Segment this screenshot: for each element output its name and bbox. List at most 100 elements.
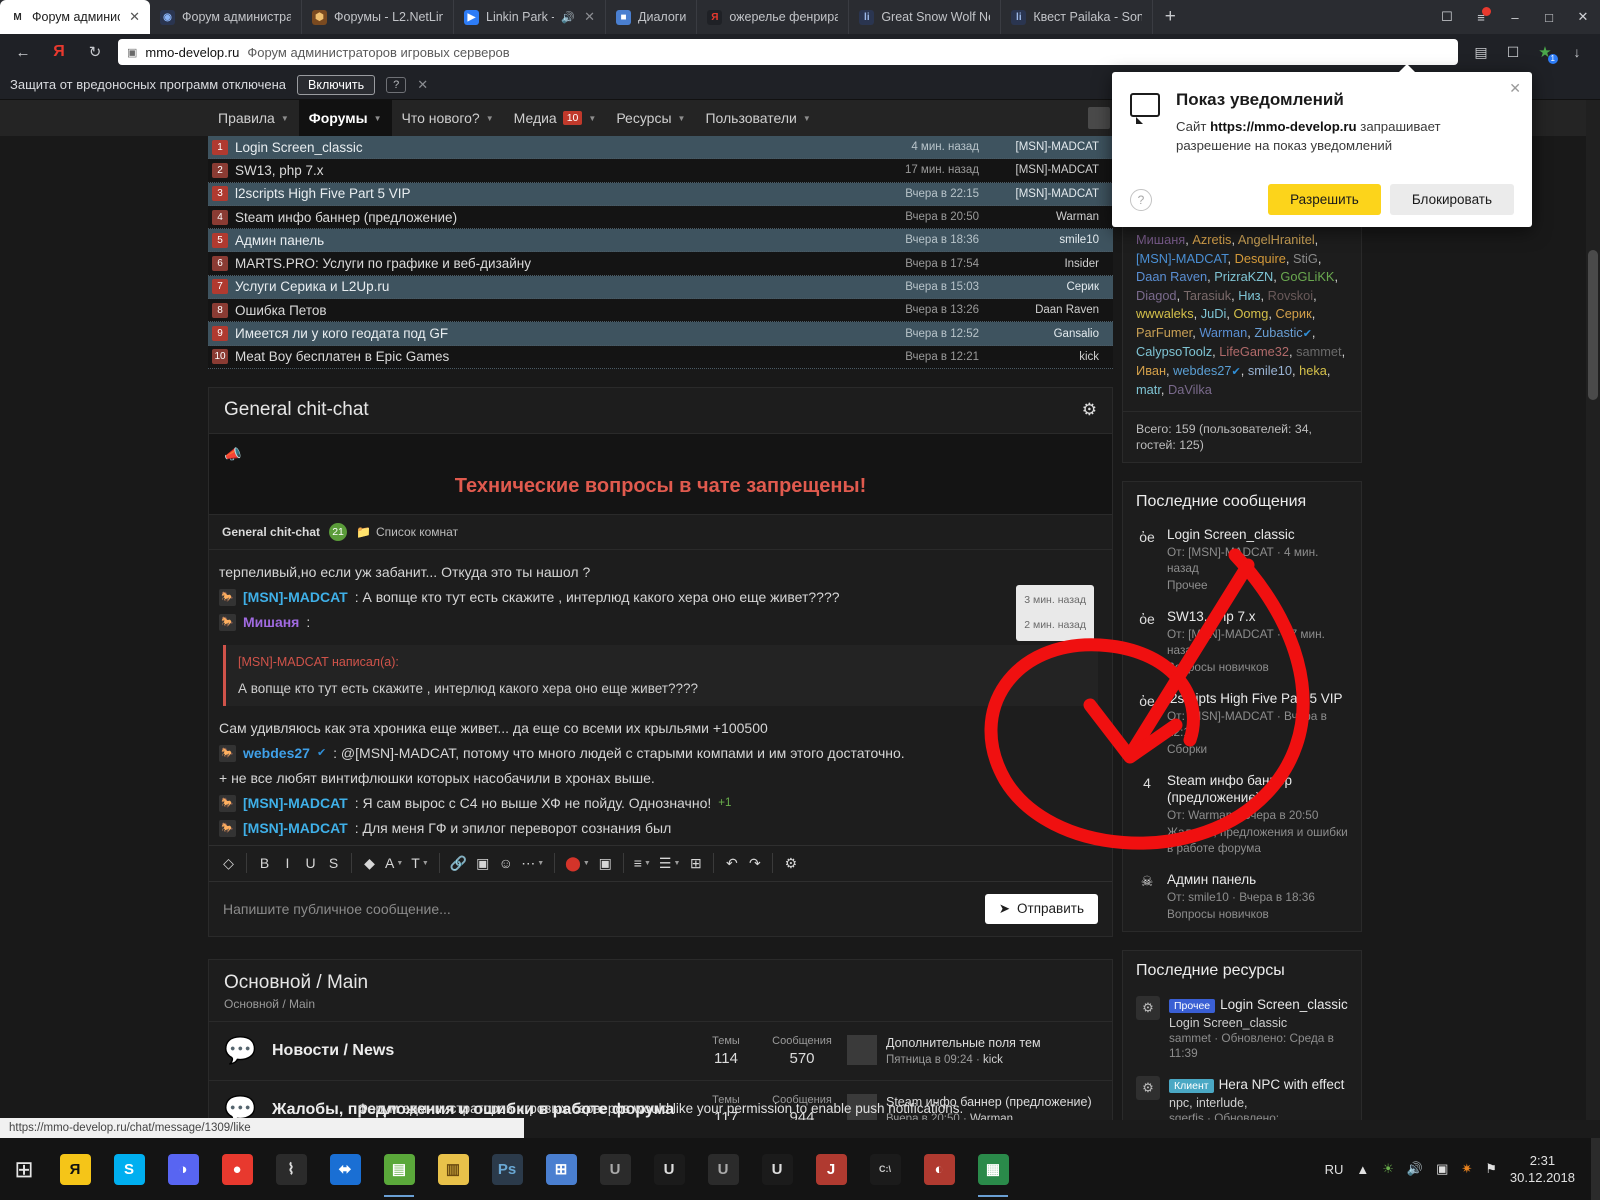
volume-icon[interactable]: 🔊 <box>1407 1161 1423 1177</box>
taskbar-media-player[interactable]: ◐ <box>912 1138 966 1200</box>
browser-tab-4[interactable]: ■ Диалоги <box>606 0 697 34</box>
notifications-icon[interactable]: ≡ <box>1464 0 1498 34</box>
infobar-close-icon[interactable]: ✕ <box>417 77 428 93</box>
online-user[interactable]: AngelHranitel <box>1238 232 1315 247</box>
thread-title[interactable]: l2scripts High Five Part 5 VIP <box>235 186 829 201</box>
user-avatar[interactable] <box>1088 107 1110 129</box>
message-author[interactable]: [MSN]-MADCAT <box>243 791 348 816</box>
toolbar-bold-button[interactable]: B <box>254 850 275 876</box>
nav-item-2[interactable]: Что нового? ▼ <box>392 100 504 136</box>
thread-author[interactable]: [MSN]-MADCAT <box>979 164 1099 176</box>
taskbar-file-manager[interactable]: ▦ <box>966 1138 1020 1200</box>
taskbar-audio-editor[interactable]: ⌇ <box>264 1138 318 1200</box>
online-user[interactable]: ParFumer <box>1136 325 1192 340</box>
online-user[interactable]: wwwaleks <box>1136 306 1194 321</box>
taskbar-terminal[interactable]: C:\ <box>858 1138 912 1200</box>
chevron-up-icon[interactable]: ▲ <box>1356 1162 1369 1177</box>
thread-title[interactable]: Steam инфо баннер (предложение) <box>235 210 829 225</box>
online-user[interactable]: webdes27 <box>1173 363 1231 378</box>
latest-message-title[interactable]: SW13, php 7.x <box>1167 608 1348 625</box>
toolbar-spoiler-button[interactable]: ⬤ ▼ <box>562 850 593 876</box>
taskbar-explorer[interactable]: ▥ <box>426 1138 480 1200</box>
online-user[interactable]: StiG <box>1293 251 1318 266</box>
latest-message-item[interactable]: ☠ Админ панель От: smile10 · Вчера в 18:36… <box>1123 865 1361 931</box>
toolbar-insert-image-button[interactable]: ▣ <box>472 850 493 876</box>
online-user[interactable]: Иван <box>1136 363 1166 378</box>
chevron-down-icon[interactable]: ▼ <box>588 114 596 123</box>
bookmark-icon[interactable]: ☐ <box>1500 39 1526 65</box>
chevron-down-icon[interactable]: ▼ <box>281 114 289 123</box>
latest-message-forum[interactable]: Вопросы новичков <box>1167 659 1348 675</box>
online-user[interactable]: Oomg <box>1233 306 1268 321</box>
toolbar-underline-button[interactable]: U <box>300 850 321 876</box>
latest-resource-title[interactable]: Прочее Login Screen_classic <box>1169 996 1348 1015</box>
collections-icon[interactable]: ☐ <box>1430 0 1464 34</box>
taskbar-photoshop[interactable]: Ps <box>480 1138 534 1200</box>
online-user[interactable]: sammet <box>1296 344 1342 359</box>
tab-close-icon[interactable]: ✕ <box>129 9 140 25</box>
toolbar-font-family-button[interactable]: A ▼ <box>382 850 406 876</box>
nav-item-1[interactable]: Форумы ▼ <box>299 100 392 136</box>
online-user[interactable]: Мишаня <box>1136 232 1185 247</box>
thread-title[interactable]: MARTS.PRO: Услуги по графике и веб-дизай… <box>235 256 829 271</box>
toolbar-strikethrough-button[interactable]: S <box>323 850 344 876</box>
forum-name[interactable]: Новости / News <box>272 1042 681 1060</box>
online-user[interactable]: Zubastic <box>1254 325 1302 340</box>
browser-tab-2[interactable]: ⬢ Форумы - L2.NetLink <box>302 0 454 34</box>
thread-author[interactable]: kick <box>979 351 1099 363</box>
avatar[interactable] <box>847 1035 877 1065</box>
forum-section-title[interactable]: Основной / Main <box>224 972 1097 994</box>
thread-row[interactable]: 6 MARTS.PRO: Услуги по графике и веб-диза… <box>208 252 1113 275</box>
online-user[interactable]: [MSN]-MADCAT <box>1136 251 1227 266</box>
toolbar-insert-table-button[interactable]: ⊞ <box>685 850 706 876</box>
taskbar-unreal-4[interactable]: U <box>750 1138 804 1200</box>
reload-button[interactable]: ↻ <box>82 39 108 65</box>
latest-message-title[interactable]: Админ панель <box>1167 871 1315 888</box>
online-user[interactable]: Tarasiuk <box>1183 288 1231 303</box>
latest-message-forum[interactable]: Вопросы новичков <box>1167 906 1315 922</box>
close-button[interactable]: ✕ <box>1566 0 1600 34</box>
chevron-down-icon[interactable]: ▼ <box>644 860 651 867</box>
thread-row[interactable]: 3 l2scripts High Five Part 5 VIP Вчера в 2… <box>208 183 1113 206</box>
minimize-button[interactable]: – <box>1498 0 1532 34</box>
language-indicator[interactable]: RU <box>1325 1162 1344 1177</box>
chevron-down-icon[interactable]: ▼ <box>422 860 429 867</box>
taskbar-unreal-3[interactable]: U <box>696 1138 750 1200</box>
latest-message-title[interactable]: l2scripts High Five Part 5 VIP <box>1167 690 1348 707</box>
chevron-down-icon[interactable]: ▼ <box>486 114 494 123</box>
thread-author[interactable]: Серик <box>979 281 1099 293</box>
online-user[interactable]: Серик <box>1275 306 1311 321</box>
thread-row[interactable]: 1 Login Screen_classic 4 мин. назад [MSN]-M… <box>208 136 1113 159</box>
thread-row[interactable]: 10 Meat Boy бесплатен в Epic Games Вчера в… <box>208 346 1113 369</box>
toolbar-italic-button[interactable]: I <box>277 850 298 876</box>
taskbar-yandex-browser[interactable]: Я <box>48 1138 102 1200</box>
tab-close-icon[interactable]: ✕ <box>584 9 595 25</box>
thread-title[interactable]: Meat Boy бесплатен в Epic Games <box>235 349 829 364</box>
network-icon[interactable]: ☀ <box>1382 1161 1394 1177</box>
online-user[interactable]: JuDi <box>1201 306 1227 321</box>
page-scrollbar[interactable] <box>1586 100 1600 1120</box>
browser-tab-5[interactable]: Яожерелье фенрира <box>697 0 849 34</box>
browser-tab-6[interactable]: li Great Snow Wolf Ne <box>849 0 1001 34</box>
toolbar-text-color-button[interactable]: ◆ <box>359 850 380 876</box>
thread-row[interactable]: 8 Ошибка Петов Вчера в 13:26 Daan Raven <box>208 299 1113 322</box>
online-user[interactable]: Daan Raven <box>1136 269 1207 284</box>
gear-icon[interactable]: ⚙ <box>1082 400 1097 420</box>
thread-title[interactable]: Ошибка Петов <box>235 303 829 318</box>
browser-tab-0[interactable]: MФорум администр✕ <box>0 0 150 34</box>
toolbar-screenshot-button[interactable]: ▣ <box>595 850 616 876</box>
online-user[interactable]: PrizraKZN <box>1214 269 1273 284</box>
avatar[interactable]: 🐎 <box>219 589 236 606</box>
thread-title[interactable]: Имеется ли у кого геодата под GF <box>235 326 829 341</box>
browser-tab-7[interactable]: li Квест Pailaka - Song <box>1001 0 1153 34</box>
nav-item-3[interactable]: Медиа 10 ▼ <box>504 100 607 136</box>
avatar[interactable]: 🐎 <box>219 745 236 762</box>
toolbar-remove-format-button[interactable]: ◇ <box>218 850 239 876</box>
browser-tab-1[interactable]: ◉ Форум администрат <box>150 0 302 34</box>
latest-resource-item[interactable]: ⚙ Клиент Hera NPC with effect npc, interlud… <box>1123 1069 1361 1121</box>
toolbar-align-button[interactable]: ≡ ▼ <box>631 850 654 876</box>
allow-button[interactable]: Разрешить <box>1268 184 1381 215</box>
online-user[interactable]: Rovskoi <box>1268 288 1314 303</box>
thread-title[interactable]: Админ панель <box>235 233 829 248</box>
thread-author[interactable]: Gansalio <box>979 328 1099 340</box>
